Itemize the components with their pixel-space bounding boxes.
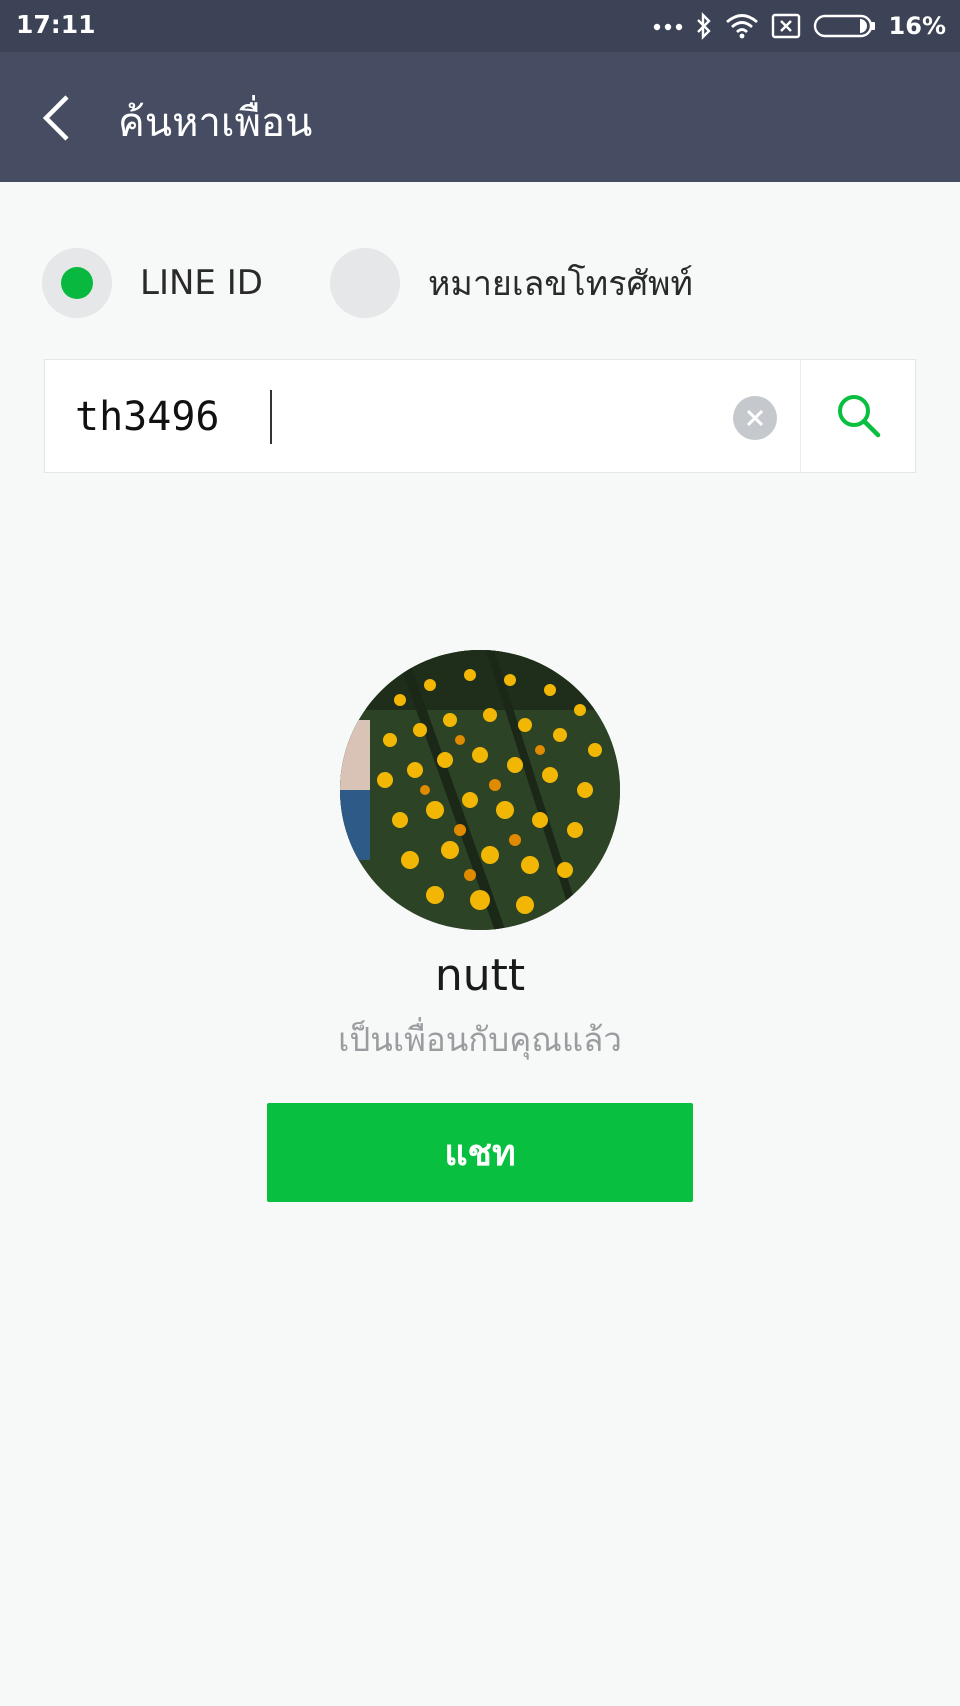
radio-label-line-id: LINE ID: [140, 263, 263, 303]
radio-button-phone-number[interactable]: [330, 248, 400, 318]
bluetooth-icon: [696, 12, 711, 40]
app-bar: ค้นหาเพื่อน: [0, 52, 960, 182]
text-caret: [270, 390, 272, 444]
status-icons: 16%: [653, 8, 946, 44]
radio-option-line-id[interactable]: LINE ID: [42, 248, 263, 318]
search-box: [44, 359, 916, 474]
radio-button-line-id[interactable]: [42, 248, 112, 318]
battery-icon: [813, 14, 875, 38]
status-time: 17:11: [16, 10, 96, 39]
more-dots-icon: [653, 23, 682, 31]
clear-x-icon: [746, 409, 764, 427]
profile-name: nutt: [434, 950, 526, 1001]
clear-button[interactable]: [733, 396, 777, 440]
search-type-radio-group: LINE ID หมายเลขโทรศัพท์: [42, 248, 922, 318]
status-bar: 17:11 16%: [0, 0, 960, 52]
avatar[interactable]: [340, 650, 620, 930]
wifi-icon: [725, 14, 758, 39]
search-input[interactable]: [73, 360, 757, 474]
friend-status: เป็นเพื่อนกับคุณแล้ว: [338, 1020, 622, 1059]
sim-x-icon: [771, 13, 800, 39]
profile-photo-marigold-field: [340, 650, 620, 930]
radio-selected-dot: [61, 267, 93, 299]
search-button[interactable]: [801, 360, 916, 472]
radio-option-phone-number[interactable]: หมายเลขโทรศัพท์: [330, 248, 693, 318]
search-icon: [837, 395, 880, 438]
radio-label-phone-number: หมายเลขโทรศัพท์: [428, 264, 693, 304]
chevron-left-icon: [42, 95, 69, 141]
chat-button[interactable]: แชท: [267, 1103, 693, 1202]
back-button[interactable]: [28, 88, 84, 148]
page-title: ค้นหาเพื่อน: [118, 100, 313, 146]
battery-percent: 16%: [888, 12, 946, 40]
